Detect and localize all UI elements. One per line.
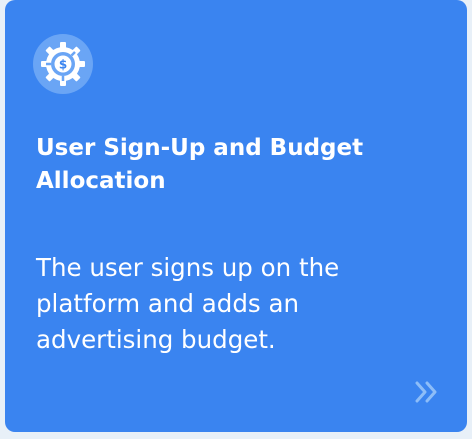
svg-text:$: $ [59, 58, 67, 72]
card-title: User Sign-Up and Budget Allocation [36, 135, 364, 194]
double-chevron-right-icon[interactable] [413, 378, 441, 406]
step-card: $ User Sign-Up and Budget Allocation The… [5, 0, 467, 432]
budget-gear-dollar-icon: $ [33, 34, 93, 94]
card-description: The user signs up on the platform and ad… [36, 253, 340, 354]
